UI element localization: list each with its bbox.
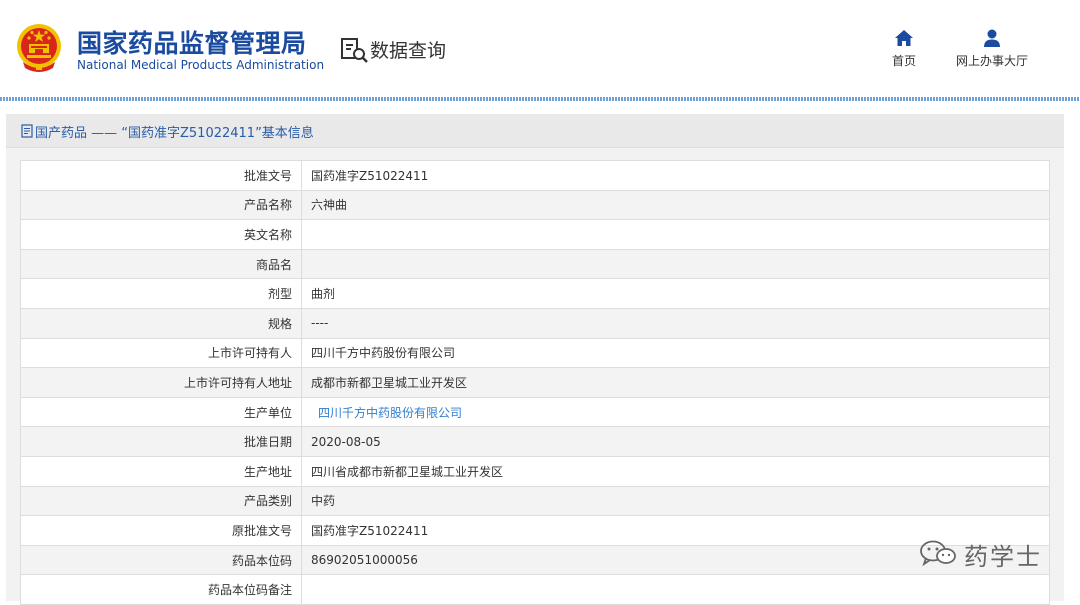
row-value (301, 574, 1050, 605)
document-icon (21, 124, 33, 138)
row-value: 四川省成都市新都卫星城工业开发区 (301, 455, 1050, 487)
row-value: ---- (301, 307, 1050, 339)
table-row: 上市许可持有人 四川千方中药股份有限公司 (20, 337, 1050, 369)
nav-home-link[interactable]: 首页 (882, 28, 926, 72)
row-value: 四川千方中药股份有限公司 (301, 396, 1050, 428)
header-divider (0, 97, 1080, 101)
table-row: 剂型 曲剂 (20, 278, 1050, 309)
row-value (301, 248, 1050, 280)
row-value: 六神曲 (301, 189, 1050, 221)
row-label: 原批准文号 (20, 515, 302, 546)
table-row: 批准文号 国药准字Z51022411 (20, 160, 1050, 191)
row-label: 商品名 (20, 248, 302, 280)
data-query-label: 数据查询 (370, 40, 447, 62)
row-label: 剂型 (20, 278, 302, 309)
row-label: 英文名称 (20, 219, 302, 250)
row-value: 中药 (301, 485, 1050, 517)
nav-online-hall-link[interactable]: 网上办事大厅 (950, 28, 1034, 72)
drug-info-table: 批准文号 国药准字Z51022411 产品名称 六神曲 英文名称 商品名 剂型 曲剂 … (20, 160, 1050, 605)
row-value: 四川千方中药股份有限公司 (301, 337, 1050, 369)
nav-home-label: 首页 (891, 54, 916, 68)
table-row: 药品本位码备注 (20, 574, 1050, 605)
table-row: 产品名称 六神曲 (20, 189, 1050, 221)
site-header: 国家药品监督管理局 National Medical Products Admi… (0, 0, 1080, 97)
row-value: 2020-08-05 (301, 426, 1050, 457)
row-label: 上市许可持有人地址 (20, 367, 302, 398)
panel-title: 国产药品 —— “国药准字Z51022411”基本信息 (35, 126, 314, 141)
watermark-text: 药学士 (964, 543, 1042, 571)
user-icon (984, 29, 1000, 47)
row-label: 生产单位 (20, 396, 302, 428)
org-name-cn: 国家药品监督管理局 (77, 29, 307, 58)
row-label: 批准文号 (20, 160, 302, 191)
table-row: 生产地址 四川省成都市新都卫星城工业开发区 (20, 455, 1050, 487)
row-value (301, 219, 1050, 250)
wechat-icon (920, 540, 956, 567)
wechat-watermark: 药学士 (918, 535, 1048, 571)
national-emblem-icon (17, 24, 61, 72)
row-value: 成都市新都卫星城工业开发区 (301, 367, 1050, 398)
row-label: 药品本位码 (20, 544, 302, 576)
row-label: 上市许可持有人 (20, 337, 302, 369)
row-value: 曲剂 (301, 278, 1050, 309)
row-label: 生产地址 (20, 455, 302, 487)
panel-title-bar: 国产药品 —— “国药准字Z51022411”基本信息 (6, 114, 1064, 148)
table-row: 英文名称 (20, 219, 1050, 250)
table-row: 产品类别 中药 (20, 485, 1050, 517)
org-name-en: National Medical Products Administration (77, 58, 325, 72)
row-value: 国药准字Z51022411 (301, 160, 1050, 191)
table-row: 药品本位码 86902051000056 (20, 544, 1050, 576)
table-row: 规格 ---- (20, 307, 1050, 339)
row-label: 规格 (20, 307, 302, 339)
data-query-icon (341, 38, 368, 63)
manufacturer-link[interactable]: 四川千方中药股份有限公司 (311, 406, 462, 420)
row-label: 批准日期 (20, 426, 302, 457)
table-row: 生产单位 四川千方中药股份有限公司 (20, 396, 1050, 428)
row-label: 产品名称 (20, 189, 302, 221)
row-label: 药品本位码备注 (20, 574, 302, 605)
row-label: 产品类别 (20, 485, 302, 517)
table-row: 上市许可持有人地址 成都市新都卫星城工业开发区 (20, 367, 1050, 398)
table-row: 批准日期 2020-08-05 (20, 426, 1050, 457)
nav-online-hall-label: 网上办事大厅 (955, 54, 1028, 68)
home-icon (895, 30, 913, 46)
table-row: 商品名 (20, 248, 1050, 280)
table-row: 原批准文号 国药准字Z51022411 (20, 515, 1050, 546)
